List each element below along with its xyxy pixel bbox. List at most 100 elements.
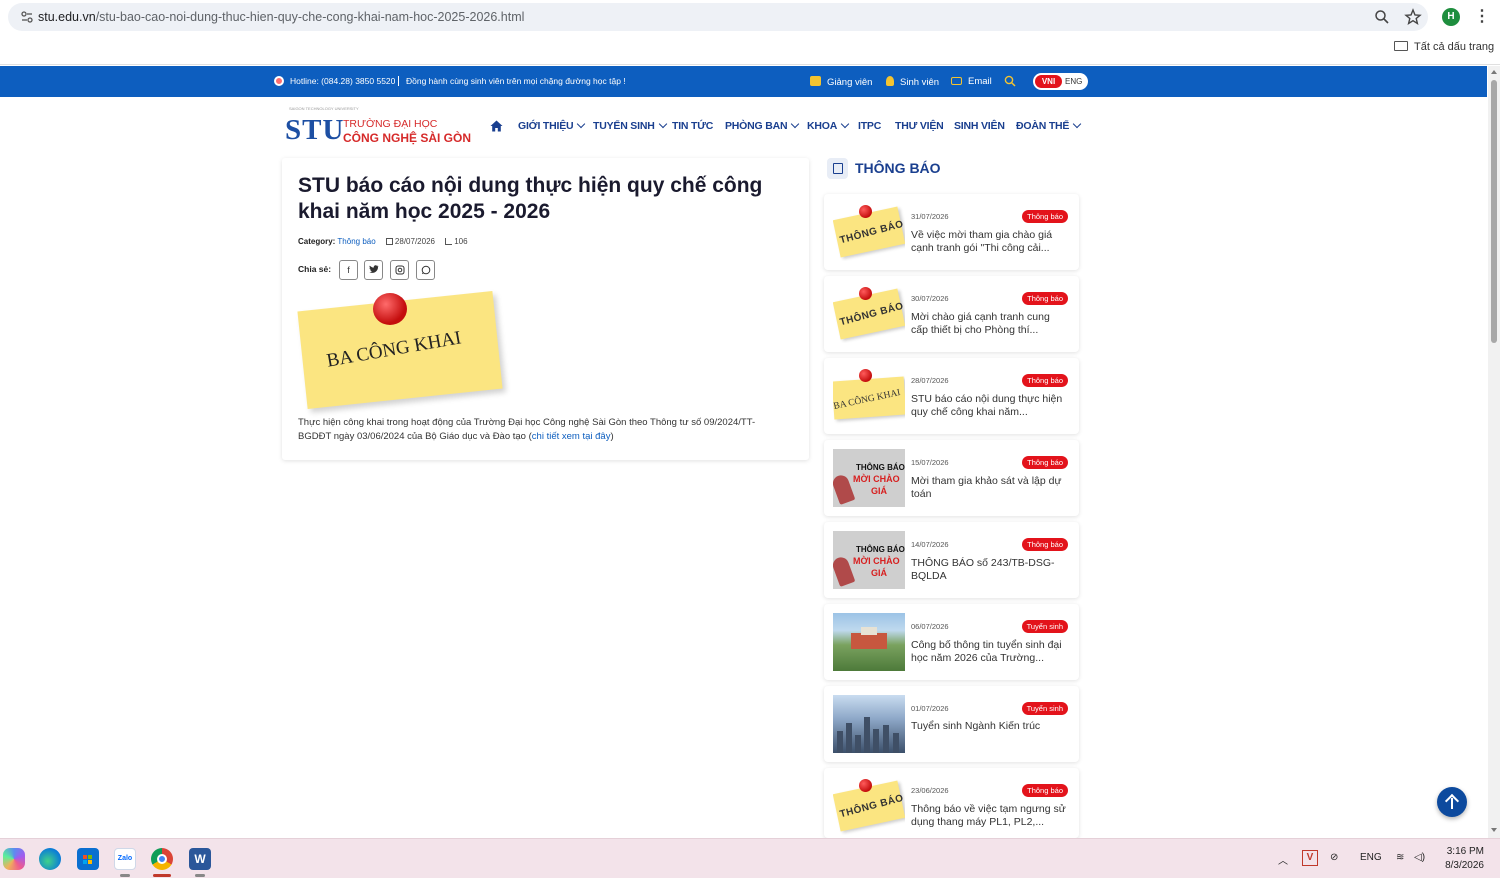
edge-icon[interactable] <box>39 848 61 870</box>
detail-link[interactable]: chi tiết xem tại đây <box>532 431 611 442</box>
copilot-icon[interactable] <box>3 848 25 870</box>
sidebar-news-item[interactable]: BA CÔNG KHAI 28/07/2026 Thông báo STU bá… <box>824 358 1079 434</box>
news-date: 14/07/2026 <box>911 540 949 549</box>
nav-gioi-thieu[interactable]: GIỚI THIỆU <box>518 119 586 132</box>
store-icon[interactable] <box>77 848 99 870</box>
news-date: 30/07/2026 <box>911 294 949 303</box>
scroll-thumb[interactable] <box>1491 80 1497 343</box>
news-title[interactable]: Thông báo về việc tạm ngưng sử dụng than… <box>911 803 1069 829</box>
sidebar-news-item[interactable]: 01/07/2026 Tuyển sinh Tuyển sinh Ngành K… <box>824 686 1079 762</box>
news-thumbnail <box>833 695 905 753</box>
sidebar-news-item[interactable]: 06/07/2026 Tuyển sinh Công bố thông tin … <box>824 604 1079 680</box>
whatsapp-share-button[interactable] <box>416 260 435 280</box>
category-badge: Thông báo <box>1022 292 1068 305</box>
profile-avatar[interactable]: H <box>1442 8 1460 26</box>
lecturer-icon <box>810 76 821 86</box>
bookmarks-bar: Tất cả dấu trang <box>0 34 1500 65</box>
news-title[interactable]: Mời chào giá cạnh tranh cung cấp thiết b… <box>911 311 1069 337</box>
news-date: 28/07/2026 <box>911 376 949 385</box>
logo-line1: TRƯỜNG ĐẠI HỌC <box>343 118 438 130</box>
news-thumbnail: BA CÔNG KHAI <box>833 367 905 425</box>
nav-khoa[interactable]: KHOA <box>807 119 850 132</box>
wifi-icon[interactable]: ≋ <box>1396 852 1404 863</box>
news-title[interactable]: THÔNG BÁO số 243/TB-DSG-BQLDA <box>911 557 1069 583</box>
student-link[interactable]: Sinh viên <box>886 76 939 88</box>
article-views: 106 <box>454 237 468 246</box>
nav-sinh-vien[interactable]: SINH VIÊN <box>954 120 1005 132</box>
nav-itpc[interactable]: ITPC <box>858 120 881 132</box>
article-date: 28/07/2026 <box>394 237 435 246</box>
phone-icon <box>274 76 284 86</box>
pin-icon <box>859 369 872 382</box>
news-title[interactable]: Tuyển sinh Ngành Kiến trúc <box>911 720 1069 733</box>
newspaper-icon <box>827 158 848 179</box>
site-topbar: Hotline: (084.28) 3850 5520 Đồng hành cù… <box>0 66 1487 97</box>
volume-icon[interactable]: ◁) <box>1414 852 1425 863</box>
news-title[interactable]: STU báo cáo nội dung thực hiện quy chế c… <box>911 393 1069 419</box>
all-bookmarks-button[interactable]: Tất cả dấu trang <box>1394 41 1494 53</box>
language-toggle[interactable]: VNI ENG <box>1033 73 1088 90</box>
news-title[interactable]: Công bố thông tin tuyển sinh đại học năm… <box>911 639 1069 665</box>
facebook-share-button[interactable]: f <box>339 260 358 280</box>
cloud-off-icon[interactable]: ⊘ <box>1330 852 1338 863</box>
twitter-share-button[interactable] <box>364 260 383 280</box>
nav-tuyen-sinh[interactable]: TUYỂN SINH <box>593 119 667 132</box>
chrome-icon[interactable] <box>151 848 173 870</box>
site-settings-icon[interactable] <box>20 10 34 24</box>
zoom-icon[interactable] <box>1374 9 1390 25</box>
page-scrollbar[interactable] <box>1488 66 1500 838</box>
hotline[interactable]: Hotline: (084.28) 3850 5520 <box>274 76 395 86</box>
home-icon[interactable] <box>490 120 503 132</box>
zalo-icon[interactable]: Zalo <box>114 848 136 870</box>
instagram-share-button[interactable] <box>390 260 409 280</box>
pin-icon <box>859 779 872 792</box>
twitter-icon <box>368 265 378 273</box>
sidebar-news-item[interactable]: THÔNG BÁO 30/07/2026 Thông báo Mời chào … <box>824 276 1079 352</box>
word-icon[interactable]: W <box>189 848 211 870</box>
scroll-up-icon[interactable] <box>1491 70 1497 74</box>
lang-eng[interactable]: ENG <box>1065 75 1082 88</box>
sidebar-news-item[interactable]: THÔNG BÁO 23/06/2026 Thông báo Thông báo… <box>824 768 1079 838</box>
word-running-indicator <box>195 874 205 877</box>
nav-tin-tuc[interactable]: TIN TỨC <box>672 120 713 132</box>
lang-vni[interactable]: VNI <box>1035 75 1062 88</box>
category-link[interactable]: Thông báo <box>337 237 375 246</box>
scroll-to-top-button[interactable] <box>1437 787 1467 817</box>
input-language[interactable]: ENG <box>1360 852 1382 863</box>
windows-taskbar: Zalo W ︿ V ⊘ ENG ≋ ◁) 3:16 PM 8/3/2026 <box>0 838 1500 878</box>
chevron-down-icon <box>1072 119 1082 129</box>
url-text[interactable]: stu.edu.vn/stu-bao-cao-noi-dung-thuc-hie… <box>38 10 524 24</box>
scroll-down-icon[interactable] <box>1491 828 1497 832</box>
facebook-icon: f <box>347 265 350 275</box>
system-clock[interactable]: 3:16 PM 8/3/2026 <box>1440 845 1484 873</box>
category-badge: Tuyển sinh <box>1021 620 1068 633</box>
whatsapp-icon <box>421 265 430 275</box>
news-thumbnail: THÔNG BÁO MỜI CHÀO GIÁ <box>833 531 905 589</box>
sidebar-news-item[interactable]: THÔNG BÁO MỜI CHÀO GIÁ 14/07/2026 Thông bá… <box>824 522 1079 598</box>
logo-abbr: STU <box>285 114 345 146</box>
share-label: Chia sẻ: <box>298 264 332 274</box>
tray-overflow-icon[interactable]: ︿ <box>1278 852 1288 867</box>
vivaldi-tray-icon[interactable]: V <box>1302 850 1318 866</box>
nav-thu-vien[interactable]: THƯ VIỆN <box>895 120 944 132</box>
news-thumbnail: THÔNG BÁO <box>833 777 905 835</box>
site-logo[interactable]: SAIGON TECHNOLOGY UNIVERSITY STU TRƯỜNG … <box>285 104 471 146</box>
news-title[interactable]: Về việc mời tham gia chào giá cạnh tranh… <box>911 229 1069 255</box>
sidebar-news-item[interactable]: THÔNG BÁO 31/07/2026 Thông báo Về việc m… <box>824 194 1079 270</box>
news-thumbnail: THÔNG BÁO <box>833 285 905 343</box>
sidebar-news-item[interactable]: THÔNG BÁO MỜI CHÀO GIÁ 15/07/2026 Thông bá… <box>824 440 1079 516</box>
article-meta: Category: Thông báo 28/07/2026 106 <box>298 237 468 246</box>
search-icon[interactable] <box>1004 75 1016 87</box>
zalo-running-indicator <box>120 874 130 877</box>
email-link[interactable]: Email <box>951 76 992 87</box>
nav-phong-ban[interactable]: PHÒNG BAN <box>725 119 800 132</box>
bookmark-star-icon[interactable] <box>1404 8 1422 26</box>
browser-toolbar: stu.edu.vn/stu-bao-cao-noi-dung-thuc-hie… <box>0 0 1500 34</box>
browser-menu-icon[interactable]: ⋮ <box>1474 8 1490 26</box>
address-bar[interactable]: stu.edu.vn/stu-bao-cao-noi-dung-thuc-hie… <box>8 3 1428 31</box>
nav-doan-the[interactable]: ĐOÀN THỂ <box>1016 119 1082 132</box>
tagline: Đồng hành cùng sinh viên trên mọi chặng … <box>398 76 626 86</box>
lecturer-link[interactable]: Giảng viên <box>810 76 872 88</box>
article-body: Thực hiện công khai trong hoạt động của … <box>298 417 756 442</box>
news-title[interactable]: Mời tham gia khảo sát và lập dự toán <box>911 475 1069 501</box>
